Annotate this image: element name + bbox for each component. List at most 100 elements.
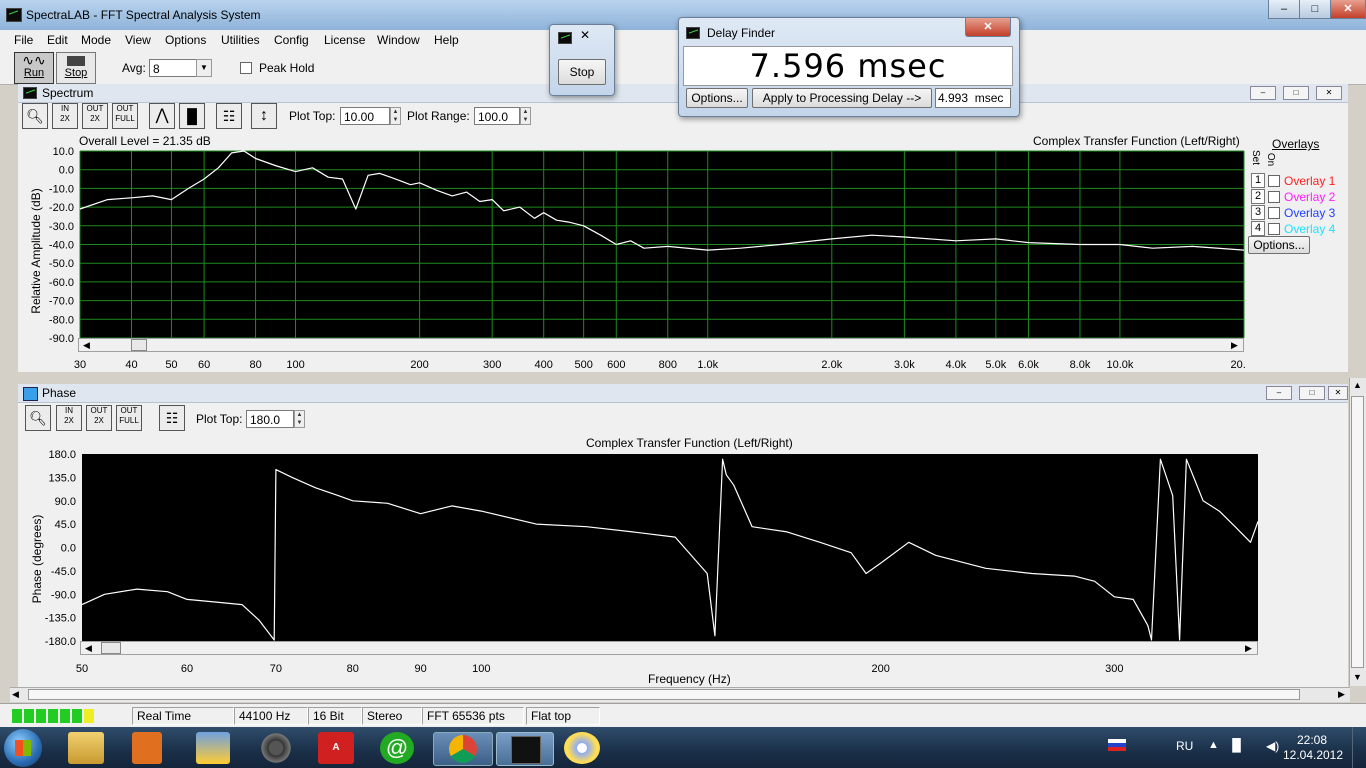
scroll-left-arrow-icon[interactable]: ◀	[83, 340, 90, 351]
scroll-left-arrow-icon[interactable]: ◀	[12, 689, 19, 700]
stop-popup-close-icon[interactable]: ✕	[580, 28, 590, 42]
x-tick-label: 5.0k	[985, 359, 1006, 371]
scroll-right-arrow-icon[interactable]: ▶	[1245, 643, 1252, 654]
menu-mode[interactable]: Mode	[81, 33, 111, 47]
phase-close-button[interactable]: ✕	[1328, 386, 1348, 400]
menu-file[interactable]: File	[14, 33, 33, 47]
table-view-icon[interactable]: ☷	[159, 405, 185, 431]
stop-button[interactable]: Stop	[56, 52, 96, 84]
y-tick-label: 0.0	[61, 543, 76, 555]
main-horizontal-scrollbar[interactable]: ◀ ▶	[10, 687, 1350, 702]
vertical-scroll-thumb[interactable]	[1351, 396, 1364, 668]
processing-delay-field[interactable]: 4.993 msec	[935, 88, 1011, 108]
scroll-right-arrow-icon[interactable]: ▶	[1231, 340, 1238, 351]
show-desktop-button[interactable]	[1352, 727, 1366, 768]
tray-expand-icon[interactable]: ▲	[1208, 739, 1219, 751]
apply-processing-delay-button[interactable]: Apply to Processing Delay -->	[752, 88, 932, 108]
disc-burner-icon[interactable]	[258, 732, 294, 764]
peak-hold-checkbox[interactable]	[240, 62, 252, 74]
overlay-on-checkbox[interactable]	[1268, 207, 1280, 219]
zoom-in-2x-icon[interactable]: IN 2X	[56, 405, 82, 431]
spectrum-scrollbar[interactable]: ◀ ▶	[78, 338, 1244, 352]
overlay-on-checkbox[interactable]	[1268, 191, 1280, 203]
line-plot-icon[interactable]: ⋀	[149, 103, 175, 129]
overlay-set-button[interactable]: 4	[1251, 221, 1265, 236]
zoom-magnifier-icon[interactable]: 🔍︎	[25, 405, 51, 431]
phase-plot-top-input[interactable]: 180.0	[246, 410, 294, 428]
avg-select[interactable]: 8	[149, 59, 197, 77]
menu-options[interactable]: Options	[165, 33, 206, 47]
x-tick-label: 8.0k	[1070, 359, 1091, 371]
menu-license[interactable]: License	[324, 33, 365, 47]
maximize-button[interactable]: □	[1299, 0, 1331, 19]
spectrum-maximize-button[interactable]: □	[1283, 86, 1309, 100]
scroll-right-arrow-icon[interactable]: ▶	[1338, 689, 1345, 700]
status-mode: Real Time	[132, 707, 234, 725]
zoom-magnifier-icon[interactable]: 🔍︎	[22, 103, 48, 129]
overlay-on-checkbox[interactable]	[1268, 175, 1280, 187]
clock-date[interactable]: 12.04.2012	[1278, 748, 1348, 762]
acad-icon[interactable]: A	[318, 732, 354, 764]
x-tick-label: 500	[574, 359, 592, 371]
menu-utilities[interactable]: Utilities	[221, 33, 260, 47]
main-vertical-scrollbar[interactable]: ▲ ▼	[1349, 378, 1366, 686]
processing-delay-unit: msec	[974, 91, 1004, 105]
chevron-down-icon[interactable]: ▼	[196, 59, 212, 77]
scroll-left-arrow-icon[interactable]: ◀	[85, 643, 92, 654]
icq-icon[interactable]: @	[380, 732, 414, 764]
control-panel-icon[interactable]	[196, 732, 230, 764]
phase-plot-top-spinner[interactable]: ▲ ▼	[294, 410, 305, 428]
scroll-up-arrow-icon[interactable]: ▲	[1353, 380, 1362, 390]
clock-time[interactable]: 22:08	[1282, 733, 1342, 747]
media-player-icon[interactable]	[132, 732, 162, 764]
delay-options-button[interactable]: Options...	[686, 88, 748, 108]
zoom-out-full-icon[interactable]: OUT FULL	[112, 103, 138, 129]
overlay-set-button[interactable]: 1	[1251, 173, 1265, 188]
zoom-in-2x-icon[interactable]: IN 2X	[52, 103, 78, 129]
spectrum-plot-top-input[interactable]: 10.00	[340, 107, 390, 125]
explorer-folder-icon[interactable]	[68, 732, 104, 764]
x-tick-label: 600	[607, 359, 625, 371]
spectrum-close-button[interactable]: ✕	[1316, 86, 1342, 100]
overlay-label: Overlay 2	[1284, 190, 1336, 204]
menu-view[interactable]: View	[125, 33, 151, 47]
spectrum-plot-range-spinner[interactable]: ▲ ▼	[520, 107, 531, 125]
network-icon[interactable]: ▐▌	[1228, 738, 1245, 752]
menu-edit[interactable]: Edit	[47, 33, 68, 47]
stop-popup-button[interactable]: Stop	[558, 59, 606, 85]
spectrum-scroll-thumb[interactable]	[131, 339, 147, 351]
overlay-on-checkbox[interactable]	[1268, 223, 1280, 235]
paint-icon[interactable]	[564, 732, 600, 764]
y-tick-label: 180.0	[48, 449, 76, 461]
horizontal-scroll-thumb[interactable]	[28, 689, 1300, 700]
spectrum-plot-range-input[interactable]: 100.0	[474, 107, 520, 125]
zoom-out-2x-icon[interactable]: OUT 2X	[86, 405, 112, 431]
language-indicator[interactable]: RU	[1176, 739, 1193, 753]
menu-window[interactable]: Window	[377, 33, 420, 47]
spectrum-plot-top-spinner[interactable]: ▲ ▼	[390, 107, 401, 125]
phase-scrollbar[interactable]: ◀ ▶	[80, 641, 1258, 655]
zoom-out-full-icon[interactable]: OUT FULL	[116, 405, 142, 431]
spectrum-minimize-button[interactable]: –	[1250, 86, 1276, 100]
close-button[interactable]: ✕	[1330, 0, 1366, 19]
table-view-icon[interactable]: ☷	[216, 103, 242, 129]
zoom-out-2x-icon[interactable]: OUT 2X	[82, 103, 108, 129]
run-button[interactable]: ∿∿ Run	[14, 52, 54, 84]
vertical-scale-icon[interactable]: ↕	[251, 103, 277, 129]
phase-minimize-button[interactable]: –	[1266, 386, 1292, 400]
delay-finder-close-button[interactable]: ✕	[965, 18, 1011, 37]
spectralab-taskbar-button[interactable]	[496, 732, 554, 766]
overlay-options-button[interactable]: Options...	[1248, 236, 1310, 254]
scroll-down-arrow-icon[interactable]: ▼	[1353, 672, 1362, 682]
x-tick-label: 90	[415, 663, 427, 675]
overlay-set-button[interactable]: 2	[1251, 189, 1265, 204]
menu-config[interactable]: Config	[274, 33, 309, 47]
chrome-taskbar-button[interactable]	[433, 732, 493, 766]
phase-maximize-button[interactable]: □	[1299, 386, 1325, 400]
phase-scroll-thumb[interactable]	[101, 642, 121, 654]
overlay-set-button[interactable]: 3	[1251, 205, 1265, 220]
minimize-button[interactable]: –	[1268, 0, 1300, 19]
start-button[interactable]	[4, 729, 42, 767]
bar-plot-icon[interactable]: ▐▌	[179, 103, 205, 129]
menu-help[interactable]: Help	[434, 33, 459, 47]
